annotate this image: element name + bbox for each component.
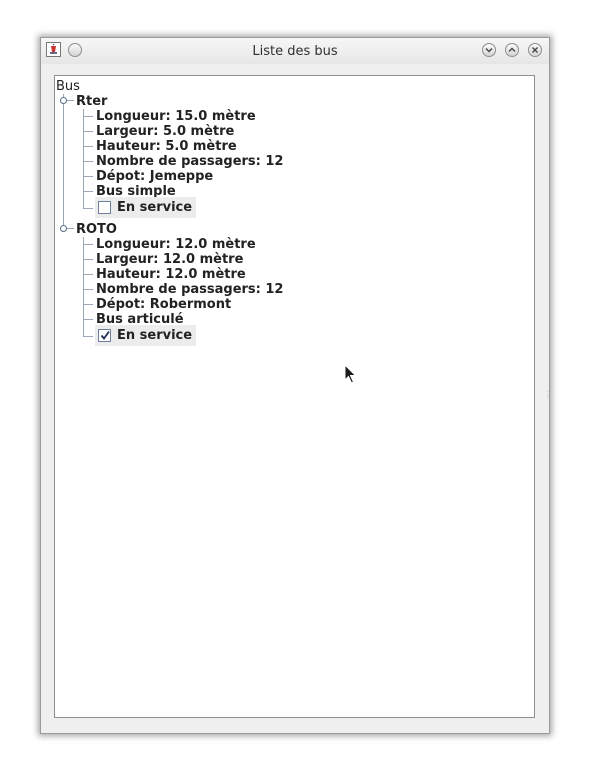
tree-detail-item[interactable]: Dépot: Robermont: [96, 297, 231, 312]
window-title: Liste des bus: [252, 44, 338, 59]
in-service-checkbox-checked[interactable]: [98, 329, 111, 342]
tree-detail-item[interactable]: Longueur: 15.0 mètre: [96, 109, 256, 124]
tree-detail-item[interactable]: Longueur: 12.0 mètre: [96, 237, 256, 252]
tree-detail-item[interactable]: Largeur: 5.0 mètre: [96, 124, 234, 139]
title-bar[interactable]: Liste des bus: [41, 38, 549, 64]
app-window: Liste des bus Bus Rter Longueur: 15.0 mè…: [40, 37, 550, 734]
tree-root-label[interactable]: Bus: [56, 79, 80, 94]
checkmark-icon: [100, 330, 110, 340]
in-service-checkbox-row[interactable]: En service: [95, 197, 197, 218]
in-service-checkbox-row[interactable]: En service: [95, 325, 197, 346]
tree-bus-node[interactable]: ROTO: [76, 222, 117, 237]
tree-detail-item[interactable]: Nombre de passagers: 12: [96, 154, 283, 169]
tree-detail-item[interactable]: Nombre de passagers: 12: [96, 282, 283, 297]
resize-grip-icon[interactable]: [547, 384, 550, 399]
bus-rter-expand-toggle[interactable]: [60, 97, 67, 104]
in-service-label: En service: [117, 200, 193, 215]
tree-detail-item[interactable]: Largeur: 12.0 mètre: [96, 252, 243, 267]
tree-detail-item[interactable]: Hauteur: 5.0 mètre: [96, 139, 237, 154]
minimize-button[interactable]: [482, 43, 496, 57]
bus-roto-expand-toggle[interactable]: [60, 225, 67, 232]
mouse-pointer-icon: [344, 363, 358, 390]
close-button[interactable]: [528, 43, 542, 57]
tree-detail-item[interactable]: Hauteur: 12.0 mètre: [96, 267, 246, 282]
bus-tree[interactable]: Bus Rter Longueur: 15.0 mètre Largeur: 5…: [54, 75, 535, 718]
tree-bus-node[interactable]: Rter: [76, 94, 107, 109]
in-service-checkbox[interactable]: [98, 201, 111, 214]
tree-connector: [63, 94, 64, 227]
tree-detail-item[interactable]: Dépot: Jemeppe: [96, 169, 213, 184]
maximize-button[interactable]: [505, 43, 519, 57]
in-service-label: En service: [117, 328, 193, 343]
